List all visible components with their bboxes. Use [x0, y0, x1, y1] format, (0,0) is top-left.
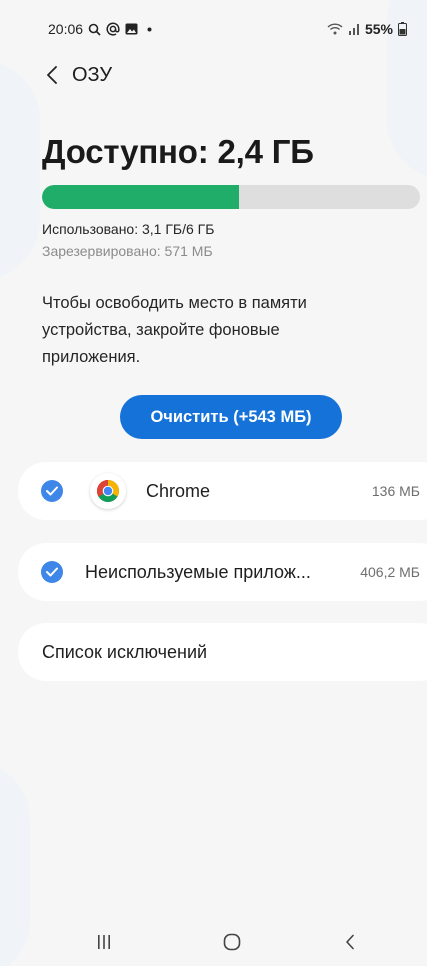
app-name: Chrome — [146, 480, 211, 501]
app-size: 406,2 МБ — [360, 564, 420, 580]
exclusions-list-item[interactable]: Список исключений — [18, 623, 427, 681]
back-icon — [346, 934, 354, 950]
checkmark-icon — [46, 486, 58, 496]
home-button[interactable] — [212, 927, 252, 957]
app-item-chrome[interactable]: Chrome 136 МБ — [18, 462, 427, 520]
recents-icon — [98, 935, 110, 949]
app-size: 136 МБ — [371, 483, 420, 499]
status-bar: 20:06 55% — [0, 0, 427, 58]
at-sign-icon — [106, 22, 120, 36]
reserved-memory-label: Зарезервировано: 571 МБ — [42, 243, 213, 259]
back-button[interactable] — [32, 55, 72, 95]
screen: 20:06 55% ОЗУ Доступно: 2,4 ГБ Использов… — [0, 0, 427, 966]
checkmark-icon — [46, 567, 58, 577]
hint-text: Чтобы освободить место в памяти устройст… — [42, 294, 307, 366]
exclusions-label: Список исключений — [42, 641, 208, 662]
app-name: Неиспользуемые прилож... — [85, 561, 311, 582]
memory-usage-bar — [42, 185, 420, 209]
signal-icon — [348, 23, 360, 35]
memory-usage-fill — [42, 185, 239, 209]
status-time: 20:06 — [48, 21, 84, 37]
battery-percent: 55% — [364, 21, 393, 37]
wifi-icon — [327, 23, 343, 35]
chrome-icon — [90, 473, 126, 509]
checkbox-checked[interactable] — [41, 480, 63, 502]
used-memory-label: Использовано: 3,1 ГБ/6 ГБ — [42, 221, 215, 237]
back-nav-button[interactable] — [330, 927, 370, 957]
search-icon — [88, 23, 101, 36]
navigation-bar — [0, 918, 427, 966]
page-title: ОЗУ — [72, 63, 113, 86]
chevron-left-icon — [47, 66, 57, 84]
dot-icon — [147, 27, 152, 32]
recents-button[interactable] — [84, 927, 124, 957]
battery-icon — [398, 22, 407, 36]
header: ОЗУ — [0, 55, 427, 95]
status-right: 55% — [327, 21, 407, 37]
checkbox-checked[interactable] — [41, 561, 63, 583]
available-memory: Доступно: 2,4 ГБ — [42, 133, 314, 170]
gallery-icon — [125, 23, 138, 35]
app-item-unused[interactable]: Неиспользуемые прилож... 406,2 МБ — [18, 543, 427, 601]
status-left: 20:06 — [48, 21, 152, 37]
clean-button[interactable]: Очистить (+543 МБ) — [120, 395, 342, 439]
home-icon — [223, 933, 241, 951]
